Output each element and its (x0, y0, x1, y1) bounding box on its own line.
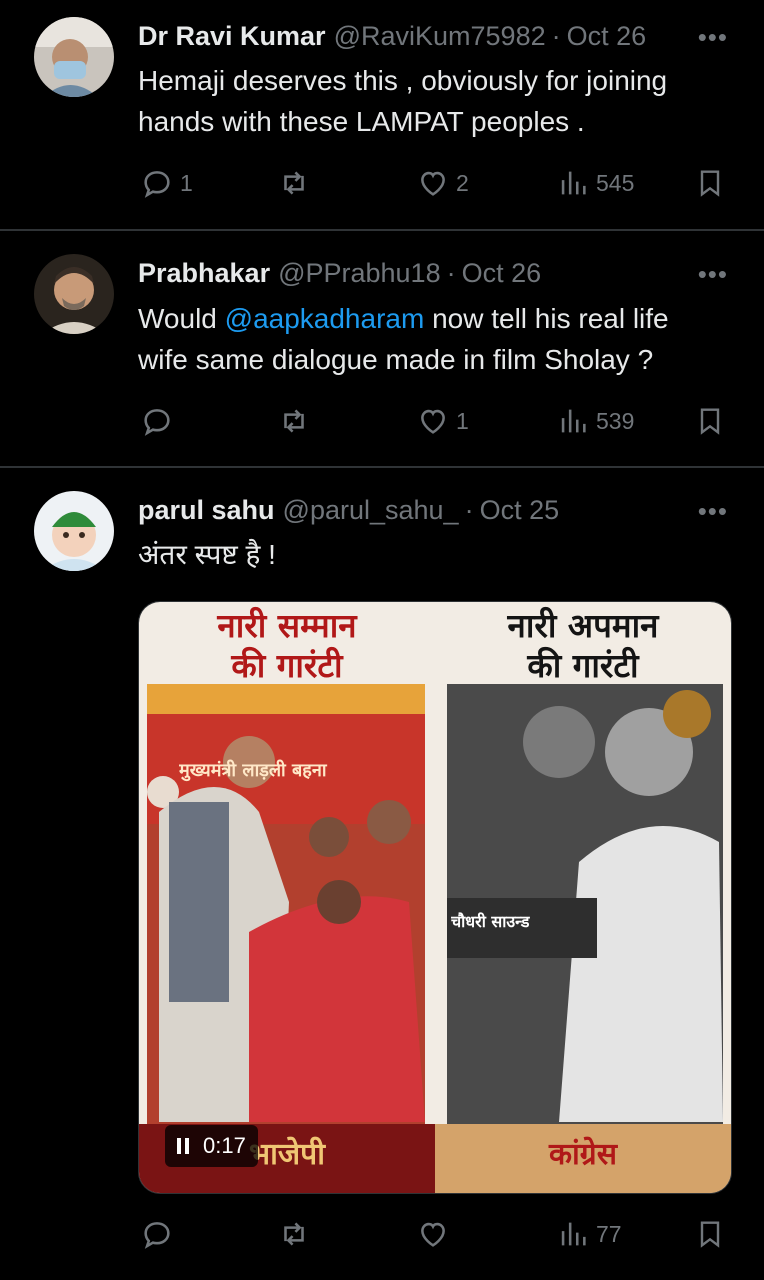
views-button[interactable]: 77 (556, 1217, 622, 1251)
heart-icon (421, 1222, 445, 1247)
right-title: नारी अपमान की गारंटी (435, 606, 731, 686)
display-name[interactable]: parul sahu (138, 495, 275, 526)
handle[interactable]: @parul_sahu_ (283, 495, 459, 526)
bookmark-icon (700, 408, 720, 435)
retweet-button[interactable] (276, 1217, 318, 1251)
action-bar: 1 539 (0, 404, 764, 444)
separator-dot: · (551, 20, 561, 51)
reply-button[interactable] (140, 1217, 180, 1251)
video-thumbnail (139, 602, 731, 1193)
right-title-line-1: नारी अपमान (507, 606, 659, 645)
tweet-text: Would @aapkadharam now tell his real lif… (138, 298, 724, 380)
tweet-text: अंतर स्पष्ट है ! (138, 539, 276, 570)
tweet-header: Dr Ravi Kumar @RaviKum75982 · Oct 26 (138, 16, 734, 56)
views-button[interactable]: 545 (556, 166, 634, 200)
separator-dot: · (464, 494, 474, 525)
like-count: 1 (456, 407, 469, 434)
view-count: 77 (596, 1220, 622, 1247)
video-player[interactable]: नारी सम्मान की गारंटी नारी अपमान की गारं… (138, 601, 732, 1194)
more-options-icon[interactable]: ••• (698, 496, 728, 527)
display-name[interactable]: Dr Ravi Kumar (138, 21, 326, 52)
handle[interactable]: @RaviKum75982 (334, 21, 546, 52)
left-banner-text: मुख्यमंत्री लाड़ली बहना (179, 760, 327, 781)
avatar[interactable] (34, 254, 114, 334)
retweet-icon (284, 409, 304, 433)
views-icon (561, 1222, 586, 1246)
timestamp[interactable]: Oct 26 (462, 258, 542, 289)
right-caption: कांग्रेस (548, 1137, 617, 1172)
reply-button[interactable] (140, 404, 180, 438)
tweet-header: parul sahu @parul_sahu_ · Oct 25 (138, 490, 734, 530)
separator-dot: · (446, 257, 456, 288)
more-options-icon[interactable]: ••• (698, 259, 728, 290)
view-count: 539 (596, 407, 635, 434)
display-name[interactable]: Prabhakar (138, 258, 270, 289)
like-button[interactable]: 1 (416, 404, 469, 438)
views-icon (561, 409, 586, 433)
tweet-2[interactable]: Prabhakar @PPrabhu18 · Oct 26 ••• Would … (0, 231, 764, 467)
more-options-icon[interactable]: ••• (698, 22, 728, 53)
retweet-button[interactable] (276, 404, 318, 438)
right-sign-text: चौधरी साउन्ड (451, 912, 530, 931)
bookmark-button[interactable] (694, 404, 726, 438)
retweet-icon (284, 1222, 304, 1246)
right-title-line-2: की गारंटी (527, 646, 639, 685)
left-title-line-1: नारी सम्मान (217, 606, 357, 645)
text-part: Would (138, 303, 225, 334)
handle[interactable]: @PPrabhu18 (278, 258, 441, 289)
left-title: नारी सम्मान की गारंटी (139, 606, 435, 686)
like-button[interactable] (416, 1217, 456, 1251)
view-count: 545 (596, 169, 635, 196)
video-time-badge[interactable]: 0:17 (165, 1125, 258, 1167)
retweet-icon (284, 171, 304, 195)
left-title-line-2: की गारंटी (231, 646, 343, 685)
reply-button[interactable]: 1 (140, 166, 193, 200)
like-count: 2 (456, 169, 469, 196)
timestamp[interactable]: Oct 25 (480, 495, 560, 526)
bookmark-icon (700, 170, 720, 197)
pause-icon[interactable] (177, 1138, 189, 1154)
views-icon (561, 171, 586, 195)
bookmark-button[interactable] (694, 166, 726, 200)
reply-icon (144, 1222, 170, 1249)
tweet-header: Prabhakar @PPrabhu18 · Oct 26 (138, 253, 734, 293)
bookmark-button[interactable] (694, 1217, 726, 1251)
avatar[interactable] (34, 491, 114, 571)
heart-icon (421, 409, 445, 434)
timestamp[interactable]: Oct 26 (567, 21, 647, 52)
bookmark-icon (700, 1221, 720, 1248)
tweet-text: Hemaji deserves this , obviously for joi… (138, 65, 668, 137)
action-bar: 77 (0, 1217, 764, 1257)
reply-count: 1 (180, 169, 193, 196)
tweet-1[interactable]: Dr Ravi Kumar @RaviKum75982 · Oct 26 •••… (0, 0, 764, 230)
reply-icon (144, 171, 170, 198)
reply-icon (144, 409, 170, 436)
retweet-button[interactable] (276, 166, 318, 200)
views-button[interactable]: 539 (556, 404, 634, 438)
video-time: 0:17 (203, 1133, 246, 1158)
like-button[interactable]: 2 (416, 166, 469, 200)
action-bar: 1 2 545 (0, 166, 764, 206)
avatar[interactable] (34, 17, 114, 97)
mention-link[interactable]: @aapkadharam (225, 303, 425, 334)
heart-icon (421, 171, 445, 196)
